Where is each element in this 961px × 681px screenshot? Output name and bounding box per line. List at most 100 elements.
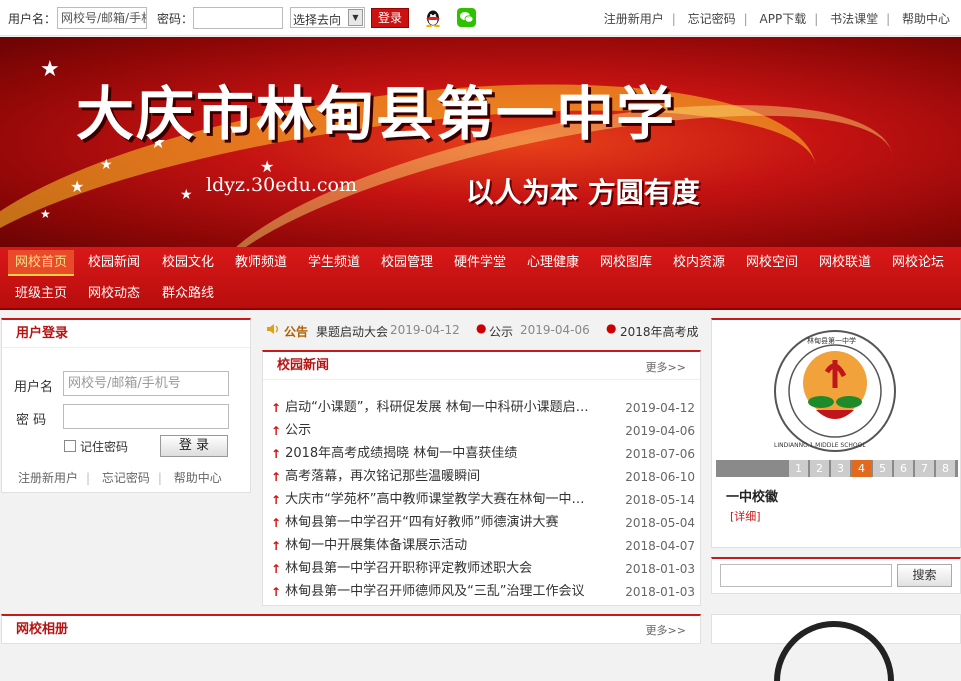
notice-label: 公告 [284,325,309,339]
news-title[interactable]: 2018年高考成绩揭晓 林甸一中喜获佳绩 [285,443,597,465]
nav-item-class-home[interactable]: 班级主页 [8,281,74,307]
campus-news-more-link[interactable]: 更多>> [646,359,686,375]
forgot-password-link[interactable]: 忘记密码 [688,12,736,26]
album-more-link[interactable]: 更多>> [646,622,686,638]
destination-select[interactable]: 选择去向 ▼ [290,7,365,28]
news-date: 2018-04-07 [625,539,695,553]
nav-item-space[interactable]: 网校空间 [739,250,805,276]
star-icon: ★ [40,57,60,82]
search-input[interactable] [720,564,892,587]
arrow-up-icon: ↑ [271,539,282,553]
pager-page-1[interactable]: 1 [789,460,808,477]
nav-item-dynamics[interactable]: 网校动态 [81,281,147,307]
news-title[interactable]: 高考落幕，再次铭记那些温暖瞬间 [285,466,597,488]
username-label: 用户名 [14,380,54,395]
nav-item-psychology[interactable]: 心理健康 [520,250,586,276]
bullet-icon: ● [476,321,487,335]
nav-item-home[interactable]: 网校首页 [8,250,75,276]
school-badge-logo[interactable] [772,328,898,454]
qq-icon[interactable] [424,9,442,27]
news-title[interactable]: 林甸一中开展集体备课展示活动 [285,535,597,557]
news-title[interactable]: 林甸县第一中学召开师德师风及“三乱”治理工作会议 [285,581,597,603]
arrow-up-icon: ↑ [271,585,282,599]
school-banner: ★ ★ ★ ★ ★ ★ ★ 大庆市林甸县第一中学 ldyz.30edu.com … [0,37,961,247]
nav-item-forum[interactable]: 网校论坛 [885,250,951,276]
login-panel-title: 用户登录 [2,320,250,348]
pager-page-3[interactable]: 3 [831,460,850,477]
login-panel: 用户登录 用户名 网校号/邮箱/手机号 密 码 记住密码 登 录 注册新用户 | … [1,318,251,493]
top-password-input[interactable] [193,7,283,29]
news-date: 2019-04-06 [625,424,695,438]
news-list-item[interactable]: ↑ 大庆市“学苑杯”高中教师课堂教学大赛在林甸一中举行 2018-05-14 [271,489,695,511]
help-link[interactable]: 帮助中心 [174,471,222,485]
news-title[interactable]: 大庆市“学苑杯”高中教师课堂教学大赛在林甸一中举行 [285,489,597,511]
login-links: 注册新用户 | 忘记密码 | 帮助中心 [18,471,222,485]
pager-page-6[interactable]: 6 [894,460,913,477]
album-panel-title: 网校相册 [16,622,69,637]
app-download-link[interactable]: APP下载 [760,12,807,26]
nav-item-teachers[interactable]: 教师频道 [228,250,294,276]
badge-ring-text-en: LINDIANNO.1 MIDDLE SCHOOL [774,442,866,449]
nav-item-campus-news[interactable]: 校园新闻 [81,250,147,276]
notice-item-date: 2019-04-12 [390,323,460,337]
help-link[interactable]: 帮助中心 [902,12,950,26]
news-title[interactable]: 启动“小课题”，科研促发展 林甸一中科研小课题启动大会 [285,397,597,419]
register-link[interactable]: 注册新用户 [604,12,664,26]
news-date: 2019-04-12 [625,401,695,415]
nav-item-gallery[interactable]: 网校图库 [593,250,659,276]
notice-item-title[interactable]: 果题启动大会 [316,323,388,340]
forgot-password-link[interactable]: 忘记密码 [102,471,150,485]
search-button[interactable]: 搜索 [897,564,952,587]
news-list-item[interactable]: ↑ 林甸县第一中学召开师德师风及“三乱”治理工作会议 2018-01-03 [271,581,695,603]
news-list-item[interactable]: ↑ 林甸县第一中学召开职称评定教师述职大会 2018-01-03 [271,558,695,580]
pager-page-7[interactable]: 7 [915,460,934,477]
password-input[interactable] [63,404,229,429]
badge-caption: 一中校徽 [726,490,779,505]
arrow-up-icon: ↑ [271,424,282,438]
nav-item-students[interactable]: 学生频道 [301,250,367,276]
notice-item-title[interactable]: 公示 [489,323,513,340]
album-panel: 网校相册 更多>> [1,614,701,644]
school-badge-panel: 林甸县第一中学 LINDIANNO.1 MIDDLE SCHOOL 1 2 3 … [711,318,961,548]
top-password-label: 密码： [157,12,194,26]
nav-item-resources[interactable]: 校内资源 [666,250,732,276]
news-list-item[interactable]: ↑ 林甸一中开展集体备课展示活动 2018-04-07 [271,535,695,557]
nav-item-hardware[interactable]: 硬件学堂 [447,250,513,276]
campus-news-panel: 校园新闻 更多>> ↑ 启动“小课题”，科研促发展 林甸一中科研小课题启动大会 20… [262,350,701,606]
pager-page-5[interactable]: 5 [873,460,892,477]
news-list-item[interactable]: ↑ 公示 2019-04-06 [271,420,695,442]
top-username-input[interactable]: 网校号/邮箱/手机 [57,7,147,29]
remember-password-checkbox[interactable] [64,440,76,452]
pager-page-8[interactable]: 8 [936,460,955,477]
news-title[interactable]: 林甸县第一中学召开“四有好教师”师德演讲大赛 [285,512,597,534]
notice-bar: 公告 果题启动大会 2019-04-12 ● 公示 2019-04-06 ● 2… [262,318,702,342]
star-icon: ★ [40,207,51,221]
arrow-up-icon: ↑ [271,493,282,507]
star-icon: ★ [70,177,85,196]
news-list-item[interactable]: ↑ 启动“小课题”，科研促发展 林甸一中科研小课题启动大会 2019-04-12 [271,397,695,419]
news-list-item[interactable]: ↑ 林甸县第一中学召开“四有好教师”师德演讲大赛 2018-05-04 [271,512,695,534]
news-title[interactable]: 公示 [285,420,597,442]
username-input[interactable]: 网校号/邮箱/手机号 [63,371,229,396]
pager-page-4-active[interactable]: 4 [852,460,871,477]
news-list-item[interactable]: ↑ 高考落幕，再次铭记那些温暖瞬间 2018-06-10 [271,466,695,488]
school-url: ldyz.30edu.com [206,174,357,196]
wechat-icon[interactable] [457,8,476,27]
arrow-up-icon: ↑ [271,562,282,576]
notice-item-title[interactable]: 2018年高考成 [620,323,699,340]
login-button[interactable]: 登 录 [160,435,228,457]
pager-page-2[interactable]: 2 [810,460,829,477]
top-login-button[interactable]: 登录 [371,8,409,28]
nav-item-mass-line[interactable]: 群众路线 [155,281,221,307]
school-title: 大庆市林甸县第一中学 [76,80,677,148]
badge-detail-link[interactable]: [详细] [730,508,761,524]
nav-item-union[interactable]: 网校联道 [812,250,878,276]
notice-item-date: 2019-04-06 [520,323,590,337]
register-link[interactable]: 注册新用户 [18,471,78,485]
calligraphy-link[interactable]: 书法课堂 [830,12,878,26]
nav-item-management[interactable]: 校园管理 [374,250,440,276]
decorative-circle-image [774,621,894,681]
news-title[interactable]: 林甸县第一中学召开职称评定教师述职大会 [285,558,597,580]
news-list-item[interactable]: ↑ 2018年高考成绩揭晓 林甸一中喜获佳绩 2018-07-06 [271,443,695,465]
nav-item-campus-culture[interactable]: 校园文化 [155,250,221,276]
